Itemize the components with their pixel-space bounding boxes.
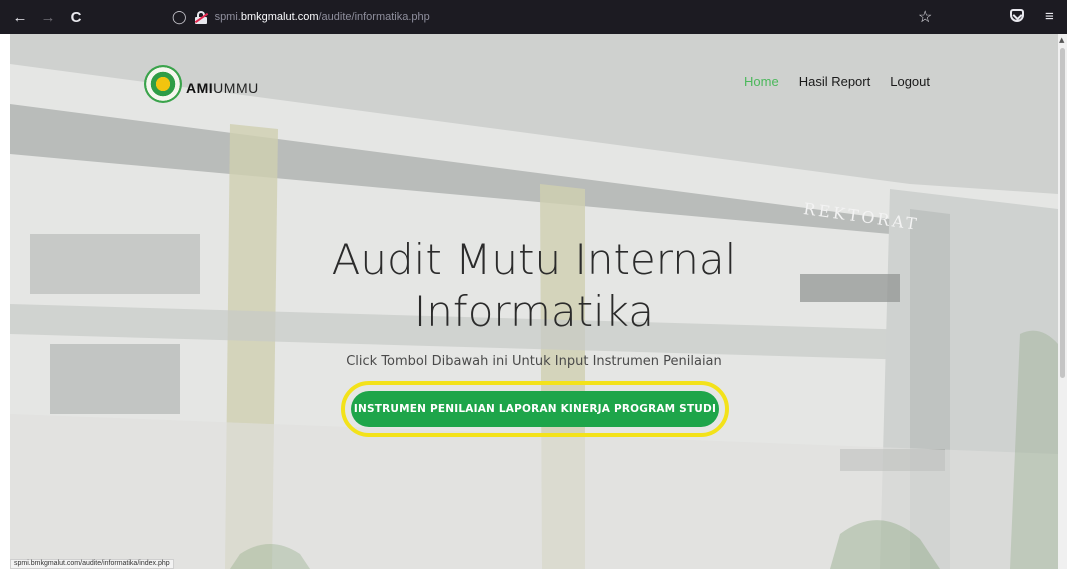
browser-toolbar: ← → C ◯ spmi.bmkgmalut.com/audite/inform… xyxy=(0,0,1067,34)
forward-arrow-icon[interactable]: → xyxy=(36,9,60,26)
brand-name[interactable]: AMIUMMU xyxy=(186,80,259,96)
reload-icon[interactable]: C xyxy=(64,9,88,26)
scroll-up-arrow-icon[interactable]: ▲ xyxy=(1059,36,1064,44)
nav-link-hasil-report[interactable]: Hasil Report xyxy=(799,74,871,89)
status-bar-url: spmi.bmkgmalut.com/audite/informatika/in… xyxy=(10,559,174,569)
title-line-1: Audit Mutu Internal xyxy=(331,235,737,284)
nav-link-home[interactable]: Home xyxy=(744,74,779,89)
hamburger-menu-icon[interactable]: ≡ xyxy=(1045,9,1054,24)
page-content: AMIUMMU Home Hasil Report Logout REKTORA… xyxy=(10,34,1058,569)
page-title: Audit Mutu Internal Informatika xyxy=(10,234,1058,338)
page-scrollbar[interactable]: ▲ xyxy=(1058,34,1067,569)
scroll-thumb[interactable] xyxy=(1060,48,1065,378)
pocket-icon[interactable] xyxy=(1010,9,1024,22)
bookmark-star-icon[interactable]: ☆ xyxy=(918,7,932,27)
address-bar[interactable]: ◯ spmi.bmkgmalut.com/audite/informatika.… xyxy=(172,6,932,28)
shield-icon[interactable]: ◯ xyxy=(172,9,187,25)
back-arrow-icon[interactable]: ← xyxy=(8,9,32,26)
instrumen-penilaian-button[interactable]: INSTRUMEN PENILAIAN LAPORAN KINERJA PROG… xyxy=(351,391,719,427)
ummu-logo[interactable] xyxy=(144,65,182,103)
hero-subtitle: Click Tombol Dibawah ini Untuk Input Ins… xyxy=(346,354,722,369)
nav-link-logout[interactable]: Logout xyxy=(890,74,930,89)
main-nav: Home Hasil Report Logout xyxy=(744,74,930,89)
title-line-2: Informatika xyxy=(413,287,655,336)
insecure-lock-icon[interactable] xyxy=(194,10,208,24)
url-text[interactable]: spmi.bmkgmalut.com/audite/informatika.ph… xyxy=(215,11,430,23)
